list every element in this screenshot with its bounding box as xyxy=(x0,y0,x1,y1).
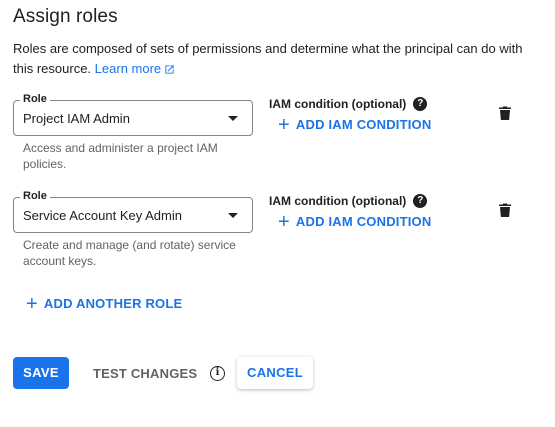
cancel-button[interactable]: CANCEL xyxy=(237,357,313,389)
role-select-1[interactable]: Role Project IAM Admin xyxy=(13,92,253,136)
page-description: Roles are composed of sets of permission… xyxy=(13,39,533,79)
plus-icon: + xyxy=(278,210,290,233)
role-helper-text: Access and administer a project IAM poli… xyxy=(23,141,218,171)
role-row-2: Role Service Account Key Admin Create an… xyxy=(13,189,553,291)
role-row-1: Role Project IAM Admin Access and admini… xyxy=(13,92,553,194)
iam-condition-heading: IAM condition (optional) ? xyxy=(269,97,428,111)
external-link-icon xyxy=(165,65,174,74)
add-iam-condition-button-1[interactable]: + ADD IAM CONDITION xyxy=(278,113,432,136)
role-select-value: Project IAM Admin xyxy=(23,111,130,126)
add-another-role-button[interactable]: + ADD ANOTHER ROLE xyxy=(26,292,183,315)
page-title: Assign roles xyxy=(13,6,118,27)
iam-condition-label: IAM condition (optional) xyxy=(269,97,407,111)
role-select-value: Service Account Key Admin xyxy=(23,208,182,223)
add-iam-condition-button-2[interactable]: + ADD IAM CONDITION xyxy=(278,210,432,233)
role-field-label: Role xyxy=(20,189,50,203)
help-icon[interactable]: ? xyxy=(413,97,428,111)
add-iam-condition-label: ADD IAM CONDITION xyxy=(295,214,432,229)
plus-icon: + xyxy=(26,292,38,315)
role-select-2[interactable]: Role Service Account Key Admin xyxy=(13,189,253,233)
role-helper-text: Create and manage (and rotate) service a… xyxy=(23,238,236,268)
add-another-role-label: ADD ANOTHER ROLE xyxy=(43,296,183,311)
help-icon[interactable]: ? xyxy=(413,194,428,208)
plus-icon: + xyxy=(278,113,290,136)
learn-more-link[interactable]: Learn more xyxy=(95,61,175,76)
info-icon[interactable]: i xyxy=(210,366,225,381)
dropdown-caret-icon xyxy=(228,213,238,218)
iam-condition-label: IAM condition (optional) xyxy=(269,194,407,208)
save-button[interactable]: SAVE xyxy=(13,357,69,389)
delete-role-icon[interactable] xyxy=(499,106,511,120)
iam-condition-heading: IAM condition (optional) ? xyxy=(269,194,428,208)
test-changes-button: TEST CHANGES xyxy=(93,366,198,381)
add-iam-condition-label: ADD IAM CONDITION xyxy=(295,117,432,132)
description-text: Roles are composed of sets of permission… xyxy=(13,41,523,76)
role-field-label: Role xyxy=(20,92,50,106)
learn-more-label: Learn more xyxy=(94,61,162,76)
dropdown-caret-icon xyxy=(228,116,238,121)
delete-role-icon[interactable] xyxy=(499,203,511,217)
